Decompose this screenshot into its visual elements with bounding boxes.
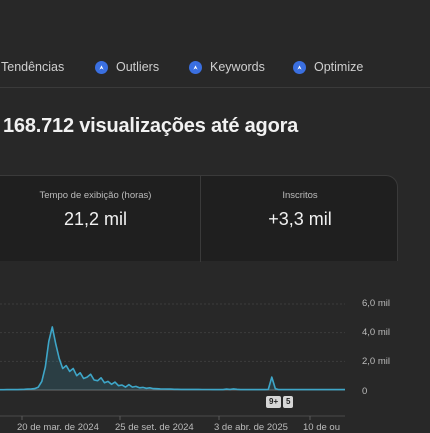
compass-icon	[293, 60, 306, 74]
x-tick-label: 25 de set. de 2024	[115, 422, 194, 433]
x-tick-label: 3 de abr. de 2025	[214, 422, 288, 433]
y-tick-label: 0	[362, 386, 368, 397]
y-tick-label: 2,0 mil	[362, 356, 390, 367]
compass-icon	[189, 60, 202, 74]
stat-subscribers-label: Inscritos	[282, 190, 318, 201]
tab-optimize[interactable]: Optimize	[293, 60, 363, 74]
page-title: 168.712 visualizações até agora	[3, 115, 299, 137]
upload-marker[interactable]: 5	[283, 396, 294, 408]
views-chart-svg	[0, 303, 345, 420]
x-tick-label: 20 de mar. de 2024	[17, 422, 99, 433]
upload-marker[interactable]: 9+	[266, 396, 282, 408]
tab-tendencias-label: Tendências	[1, 60, 65, 74]
tab-tendencias[interactable]: Tendências	[1, 60, 64, 74]
stat-watch-time-value: 21,2 mil	[63, 209, 128, 229]
stats-card: Tempo de exibição (horas) 21,2 mil Inscr…	[0, 175, 399, 262]
series-area	[0, 326, 345, 390]
y-tick-label: 6,0 mil	[362, 298, 390, 309]
tab-optimize-label: Optimize	[314, 60, 364, 74]
tab-outliers-label: Outliers	[116, 60, 160, 74]
compass-icon	[95, 60, 108, 74]
stat-watch-time-label: Tempo de exibição (horas)	[39, 190, 152, 201]
views-chart: 6,0 mil 4,0 mil 2,0 mil 0 20 de mar. de …	[0, 262, 430, 433]
stat-subscribers[interactable]: Inscritos +3,3 mil	[201, 176, 399, 262]
tab-outliers[interactable]: Outliers	[95, 60, 159, 74]
tab-keywords-label: Keywords	[210, 60, 265, 74]
analytics-tab-bar: Tendências Outliers Keywords Optimize	[0, 40, 430, 88]
stat-watch-time[interactable]: Tempo de exibição (horas) 21,2 mil	[0, 176, 200, 262]
x-tick-label: 10 de ou	[303, 422, 340, 433]
tab-keywords[interactable]: Keywords	[189, 60, 265, 74]
y-tick-label: 4,0 mil	[362, 327, 390, 338]
stat-subscribers-value: +3,3 mil	[268, 209, 332, 229]
